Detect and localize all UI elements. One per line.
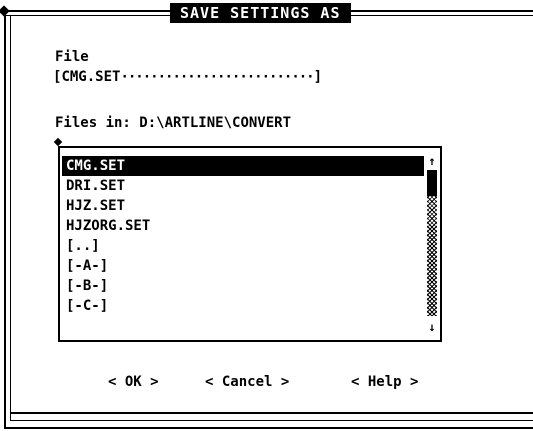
input-fill-dots: ··························: [120, 69, 314, 85]
vertical-scrollbar[interactable]: ↑ ↓: [426, 154, 438, 334]
file-label: File: [55, 49, 89, 65]
current-directory-path: D:\ARTLINE\CONVERT: [139, 115, 292, 131]
list-item[interactable]: [-B-]: [62, 276, 424, 296]
file-listbox[interactable]: CMG.SET DRI.SET HJZ.SET HJZORG.SET [..] …: [58, 146, 442, 342]
file-list: CMG.SET DRI.SET HJZ.SET HJZORG.SET [..] …: [62, 156, 424, 316]
scroll-thumb[interactable]: [427, 170, 437, 196]
list-item[interactable]: [-C-]: [62, 296, 424, 316]
scroll-up-arrow-icon[interactable]: ↑: [426, 154, 438, 168]
cancel-button[interactable]: < Cancel >: [205, 373, 289, 391]
list-item[interactable]: CMG.SET: [62, 156, 424, 176]
file-name-input[interactable]: [CMG.SET··························]: [53, 68, 322, 86]
list-item[interactable]: [..]: [62, 236, 424, 256]
dialog-title: SAVE SETTINGS AS: [170, 3, 351, 23]
save-settings-dialog: SAVE SETTINGS AS File [CMG.SET··········…: [0, 0, 533, 431]
list-item[interactable]: HJZORG.SET: [62, 216, 424, 236]
file-name-value: CMG.SET: [61, 69, 121, 85]
list-item[interactable]: DRI.SET: [62, 176, 424, 196]
dialog-bottom-rule: [11, 412, 533, 414]
list-item[interactable]: HJZ.SET: [62, 196, 424, 216]
list-item[interactable]: [-A-]: [62, 256, 424, 276]
ok-button[interactable]: < OK >: [108, 373, 159, 391]
help-button[interactable]: < Help >: [351, 373, 418, 391]
close-bracket: ]: [313, 69, 323, 85]
scroll-down-arrow-icon[interactable]: ↓: [426, 320, 438, 334]
files-in-caption: Files in:: [55, 115, 131, 131]
files-in-label: Files in: D:\ARTLINE\CONVERT: [55, 114, 291, 132]
